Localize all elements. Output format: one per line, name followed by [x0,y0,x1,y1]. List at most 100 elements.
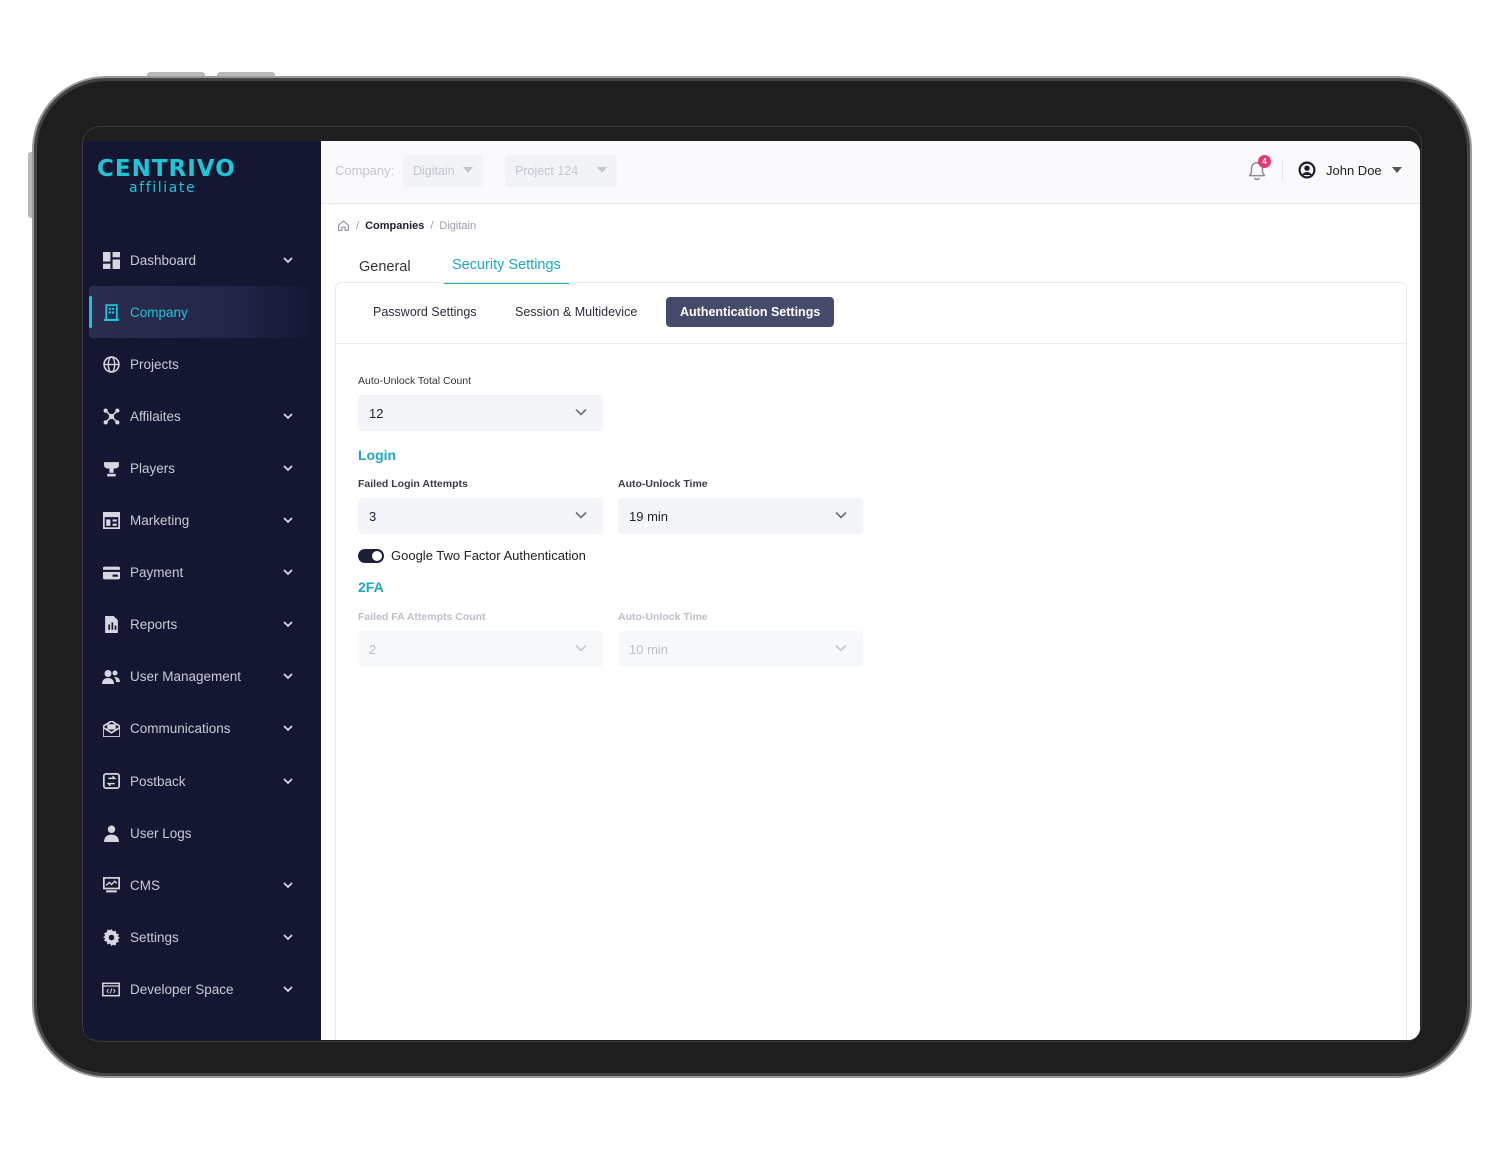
sidebar-item-cms[interactable]: CMS [89,859,315,911]
auto-unlock-label: Auto-Unlock Time [618,478,708,490]
sidebar-item-postback[interactable]: Postback [89,755,315,807]
user-name: John Doe [1326,162,1382,178]
auto-unlock-select[interactable]: 19 min [618,498,863,534]
total-count-label: Auto-Unlock Total Count [358,375,472,387]
users-icon [102,668,120,686]
chevron-down-icon[interactable] [281,934,295,941]
breadcrumb-digitain: Digitain [439,219,477,232]
layout-icon [102,512,120,530]
sidebar-item-label: Players [130,460,176,476]
sidebar-item-company[interactable]: Company [89,286,315,339]
main-content: Company: Digitain Project 124 4 John Doe… [321,141,1420,1040]
chevron-down-icon[interactable] [281,673,295,680]
company-label: Company: [335,163,395,178]
subtab-bar: Password Settings Session & Multidevice … [336,283,1406,344]
fa-unlock-label: Auto-Unlock Time [618,611,708,623]
sidebar-item-label: Company [130,304,188,320]
chevron-down-icon[interactable] [281,517,295,524]
sidebar-item-label: Reports [130,617,178,633]
chevron-down-icon[interactable] [281,569,295,576]
failed-login-select[interactable]: 3 [358,498,603,534]
chevron-down-icon[interactable] [281,777,295,785]
breadcrumb-companies[interactable]: Companies [365,220,424,232]
user-log-icon [102,824,120,842]
brand-name: CENTRIVO [97,156,236,182]
app-screen: CENTRIVO affiliate Dashboard Company Proje… [83,141,1420,1040]
chevron-down-icon [575,408,587,416]
google-2fa-row: Google Two Factor Authentication [358,548,586,563]
chevron-down-icon[interactable] [281,725,295,732]
mail-icon [102,720,120,738]
sidebar-item-marketing[interactable]: Marketing [89,495,315,547]
chevron-down-icon [575,644,587,652]
breadcrumb-separator: / [356,219,360,232]
chevron-down-icon[interactable] [281,413,295,420]
sidebar-item-projects[interactable]: Projects [89,338,315,390]
sidebar-item-affilaites[interactable]: Affilaites [89,390,315,442]
user-menu[interactable]: John Doe [1298,161,1402,179]
total-count-select[interactable]: 12 [358,395,603,431]
project-select[interactable]: Project 124 [505,155,617,187]
brand-logo[interactable]: CENTRIVO affiliate [97,157,236,195]
subtab-password-settings[interactable]: Password Settings [359,297,491,327]
sidebar-item-developer-space[interactable]: Developer Space [89,963,315,1015]
chevron-down-icon[interactable] [281,465,295,472]
total-count-value: 12 [369,405,384,421]
google-2fa-label: Google Two Factor Authentication [391,548,586,563]
sidebar-item-label: Payment [130,565,184,581]
sidebar-item-settings[interactable]: Settings [89,911,315,963]
sidebar: CENTRIVO affiliate Dashboard Company Proje… [83,141,321,1040]
breadcrumb: / Companies / Digitain [337,219,476,232]
gear-icon [102,928,120,946]
failed-login-label: Failed Login Attempts [358,478,468,490]
sidebar-item-payment[interactable]: Payment [89,547,315,599]
postback-icon [102,772,120,790]
trophy-icon [102,459,120,477]
failed-fa-label: Failed FA Attempts Count [358,611,486,623]
auto-unlock-value: 19 min [629,508,669,524]
fa-unlock-value: 10 min [629,641,669,657]
twofa-section-title: 2FA [358,579,384,595]
sidebar-item-label: Marketing [130,513,190,528]
code-icon [102,980,120,998]
tab-security-settings[interactable]: Security Settings [444,257,569,284]
brand-sub: affiliate [129,180,197,196]
breadcrumb-separator: / [430,219,434,232]
sidebar-item-label: Settings [130,929,179,945]
failed-fa-select[interactable]: 2 [358,631,603,667]
sidebar-item-reports[interactable]: Reports [89,599,315,651]
caret-down-icon [597,167,607,173]
sidebar-item-label: Postback [130,773,186,789]
chevron-down-icon[interactable] [281,256,295,264]
sidebar-item-user-management[interactable]: User Management [89,651,315,703]
sidebar-item-dashboard[interactable]: Dashboard [89,234,315,286]
caret-down-icon [463,167,473,173]
caret-down-icon [1391,167,1402,173]
google-2fa-toggle[interactable] [358,548,384,563]
company-select[interactable]: Digitain [403,155,483,187]
chevron-down-icon[interactable] [281,882,295,889]
tab-general[interactable]: General [359,259,411,275]
sidebar-item-communications[interactable]: Communications [89,703,315,755]
subtab-session-multidevice[interactable]: Session & Multidevice [501,297,651,327]
chevron-down-icon[interactable] [281,621,295,628]
fa-unlock-select[interactable]: 10 min [618,631,863,667]
sidebar-item-players[interactable]: Players [89,442,315,494]
sidebar-item-user-logs[interactable]: User Logs [89,807,315,859]
network-icon [102,407,120,425]
company-select-value: Digitain [413,164,455,178]
divider [1282,161,1283,181]
chevron-down-icon [835,644,847,652]
subtab-authentication-settings[interactable]: Authentication Settings [666,297,835,327]
top-bar: Company: Digitain Project 124 4 John Doe [321,141,1420,204]
settings-card: Password Settings Session & Multidevice … [335,282,1407,1040]
chevron-down-icon[interactable] [281,986,295,993]
sidebar-item-label: Communications [130,721,231,737]
building-icon [102,303,120,321]
login-section-title: Login [358,447,397,463]
sidebar-item-label: Dashboard [130,252,197,268]
toggle-knob [372,550,382,561]
project-select-value: Project 124 [515,164,579,178]
home-icon[interactable] [337,219,350,232]
failed-login-value: 3 [369,508,377,524]
